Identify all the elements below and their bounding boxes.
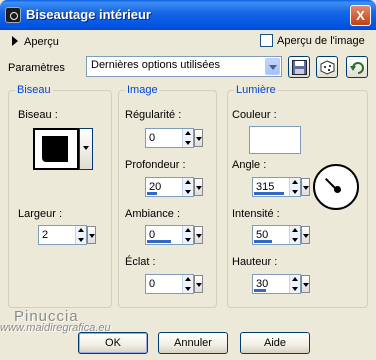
- image-preview-checkbox[interactable]: Aperçu de l'image: [260, 34, 365, 47]
- elevation-stepper[interactable]: 30: [252, 274, 310, 294]
- angle-spin-arrows[interactable]: [289, 178, 300, 196]
- angle-label: Angle :: [232, 159, 267, 171]
- smoothness-stepper[interactable]: 0: [145, 128, 203, 148]
- params-label: Paramètres: [8, 62, 65, 74]
- bevel-dropdown-button[interactable]: [79, 128, 93, 170]
- angle-dial[interactable]: [313, 164, 359, 210]
- bevel-legend: Biseau: [15, 84, 53, 96]
- intensity-range-button[interactable]: [301, 226, 310, 244]
- expand-triangle-icon: [12, 36, 18, 46]
- image-legend: Image: [125, 84, 160, 96]
- params-select[interactable]: Dernières options utilisées: [86, 56, 282, 77]
- width-value: 2: [42, 229, 49, 241]
- color-label: Couleur :: [232, 109, 277, 121]
- cancel-button[interactable]: Annuler: [158, 332, 228, 354]
- app-icon: [5, 7, 21, 23]
- elevation-label: Hauteur :: [232, 256, 278, 268]
- angle-level-bar: [254, 192, 284, 195]
- shininess-value: 0: [149, 278, 156, 290]
- intensity-level-bar: [254, 240, 272, 243]
- smoothness-spin-arrows[interactable]: [182, 129, 193, 147]
- close-button[interactable]: X: [350, 5, 371, 26]
- bevel-shape-icon: [42, 136, 68, 162]
- dice-icon: [320, 60, 335, 75]
- title-bar: Biseautage intérieur X: [0, 0, 376, 30]
- depth-spin-arrows[interactable]: [182, 178, 193, 196]
- depth-level-bar: [147, 192, 157, 195]
- elevation-range-button[interactable]: [301, 275, 310, 293]
- bevel-label: Biseau :: [18, 109, 58, 121]
- preview-toggle[interactable]: Aperçu: [12, 36, 59, 48]
- save-preset-button[interactable]: [288, 56, 310, 78]
- light-color-swatch[interactable]: [249, 126, 301, 154]
- image-preview-label: Aperçu de l'image: [277, 34, 365, 47]
- width-spin-arrows[interactable]: [75, 226, 86, 244]
- shininess-range-button[interactable]: [194, 275, 203, 293]
- checkbox-box[interactable]: [260, 34, 273, 47]
- ok-button[interactable]: OK: [78, 332, 148, 354]
- smoothness-range-button[interactable]: [194, 129, 203, 147]
- elevation-level-bar: [254, 289, 266, 292]
- intensity-stepper[interactable]: 50: [252, 225, 310, 245]
- reset-icon: [350, 62, 364, 74]
- width-range-button[interactable]: [87, 226, 96, 244]
- angle-stepper[interactable]: 315: [252, 177, 310, 197]
- angle-range-button[interactable]: [301, 178, 310, 196]
- bevel-group: Biseau: [8, 84, 112, 308]
- intensity-spin-arrows[interactable]: [289, 226, 300, 244]
- shininess-spin-arrows[interactable]: [182, 275, 193, 293]
- shininess-label: Éclat :: [125, 256, 156, 268]
- preview-toggle-label: Aperçu: [24, 36, 59, 48]
- width-label: Largeur :: [18, 208, 63, 220]
- width-stepper[interactable]: 2: [38, 225, 96, 245]
- window-title: Biseautage intérieur: [26, 7, 151, 22]
- elevation-spin-arrows[interactable]: [289, 275, 300, 293]
- ambience-level-bar: [147, 240, 171, 243]
- shininess-stepper[interactable]: 0: [145, 274, 203, 294]
- depth-label: Profondeur :: [125, 159, 186, 171]
- light-legend: Lumière: [234, 84, 278, 96]
- ambience-range-button[interactable]: [194, 226, 203, 244]
- smoothness-value: 0: [149, 132, 156, 144]
- random-button[interactable]: [316, 56, 338, 78]
- reset-button[interactable]: [346, 56, 368, 78]
- ambience-spin-arrows[interactable]: [182, 226, 193, 244]
- depth-range-button[interactable]: [194, 178, 203, 196]
- chevron-down-icon[interactable]: [265, 58, 280, 75]
- help-button[interactable]: Aide: [240, 332, 310, 354]
- ambience-label: Ambiance :: [125, 208, 181, 220]
- smoothness-label: Régularité :: [125, 109, 182, 121]
- intensity-label: Intensité :: [232, 208, 280, 220]
- ambience-stepper[interactable]: 0: [145, 225, 203, 245]
- floppy-disk-icon: [292, 60, 307, 75]
- dial-center-icon: [334, 186, 341, 193]
- bevel-preview[interactable]: [33, 128, 79, 170]
- depth-stepper[interactable]: 20: [145, 177, 203, 197]
- params-selected-value: Dernières options utilisées: [91, 59, 221, 71]
